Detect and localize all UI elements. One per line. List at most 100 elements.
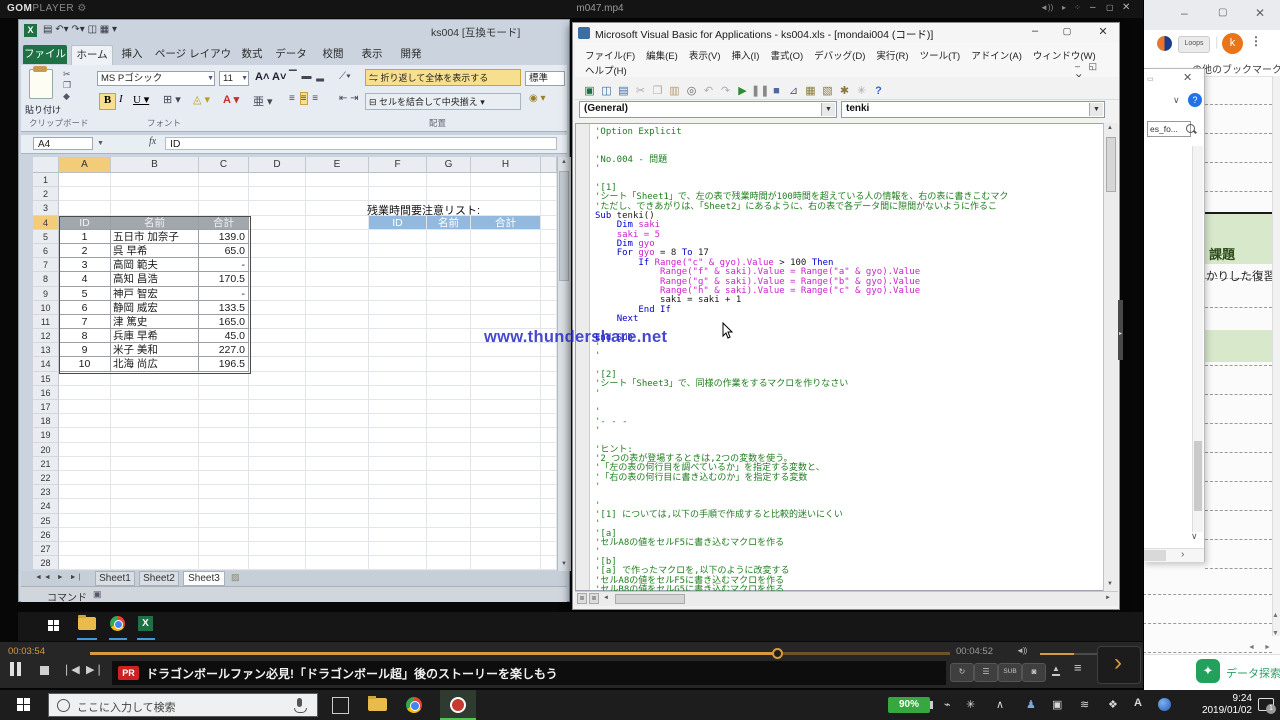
- row-header: 10: [33, 301, 59, 315]
- ad-badge: PR: [118, 666, 139, 680]
- scroll-right-icon[interactable]: ►: [1264, 644, 1271, 651]
- code-line: '「右の表の何行目に書き込むのか」を指定する変数: [595, 474, 1095, 483]
- gear-icon[interactable]: ⚙: [77, 3, 86, 14]
- minimize-icon[interactable]: –: [1181, 6, 1188, 20]
- minimize-icon[interactable]: –: [1090, 2, 1096, 13]
- panel-icon[interactable]: ⁘: [1074, 3, 1081, 12]
- chevron-down-icon: ▼: [97, 140, 104, 147]
- close-icon[interactable]: ✕: [1122, 2, 1130, 13]
- sheet-scrollbar[interactable]: [1272, 76, 1280, 636]
- sound-icon[interactable]: ◄)): [1040, 3, 1053, 12]
- bookmarks-label[interactable]: の他のブックマーク: [1192, 61, 1280, 76]
- seek-bar[interactable]: [90, 652, 950, 655]
- chevron-up-icon[interactable]: ∧: [996, 698, 1004, 711]
- chevron-down-icon[interactable]: ∨: [1173, 95, 1180, 106]
- mic-icon[interactable]: [297, 698, 302, 707]
- explore-icon[interactable]: ✦: [1196, 659, 1220, 683]
- maximize-icon[interactable]: ▢: [1106, 3, 1114, 12]
- excel-cell: [306, 457, 369, 471]
- gom-taskbar-button[interactable]: [440, 690, 476, 720]
- panel-open-button[interactable]: ›: [1097, 646, 1141, 684]
- search-input[interactable]: es_fo...: [1147, 121, 1191, 137]
- pause-icon-bar2[interactable]: [17, 662, 21, 676]
- scrollbar-thumb[interactable]: [1194, 441, 1202, 511]
- dropbox-icon[interactable]: ❖: [1108, 698, 1118, 711]
- people-icon[interactable]: ✳: [966, 698, 975, 711]
- align-center-active: ≡: [300, 92, 309, 105]
- camera-icon[interactable]: ▣: [1052, 698, 1062, 711]
- code-line: [595, 436, 1095, 445]
- scroll-down-icon[interactable]: ▼: [1272, 630, 1279, 637]
- name-box: A4: [33, 137, 93, 150]
- row-header: 7: [33, 258, 59, 272]
- chevron-down-icon[interactable]: ∨: [1191, 531, 1198, 542]
- stop-icon[interactable]: [40, 666, 49, 675]
- scroll-up-icon[interactable]: ▲: [1272, 612, 1279, 619]
- onedrive-icon[interactable]: ♟: [1026, 698, 1036, 711]
- excel-cell: [471, 471, 541, 485]
- wifi-icon[interactable]: ≋: [1080, 698, 1089, 711]
- rotate-icon[interactable]: ↻: [950, 663, 974, 682]
- help-icon[interactable]: ?: [1188, 93, 1202, 107]
- scroll-down-icon: ▼: [561, 561, 567, 567]
- watermark: www.thundershare.net: [484, 328, 667, 347]
- excel-cell: [199, 457, 249, 471]
- excel-cell: [369, 499, 427, 513]
- ad-banner[interactable]: PR ドラゴンボールファン必見!「ドラゴンボール超」後のストーリーを楽しもう: [112, 661, 946, 685]
- video-surface[interactable]: X ▤ ↶▾ ↷▾ ◫ ▦ ▾ ks004 [互換モード] ファイル ホーム 挿…: [0, 18, 1143, 641]
- explore-label[interactable]: データ探索: [1226, 665, 1280, 681]
- extension-pill-icon[interactable]: Loops: [1178, 36, 1210, 53]
- maximize-icon[interactable]: ▢: [1218, 7, 1227, 18]
- grid-row: 84高知 昌浩170.5: [33, 272, 557, 286]
- pin-icon[interactable]: ▸: [1062, 3, 1066, 12]
- menu-dots-icon[interactable]: ⋮: [1250, 34, 1262, 48]
- gom-icon: [450, 697, 466, 713]
- project-explorer-icon: ▦: [802, 84, 819, 97]
- excel-cell: [427, 301, 471, 315]
- clock[interactable]: 9:24 2019/01/02: [1180, 693, 1252, 717]
- start-button[interactable]: [0, 690, 48, 720]
- equalizer-icon[interactable]: ☰: [974, 663, 998, 682]
- panel-scrollbar[interactable]: [1192, 146, 1203, 532]
- extension-icon[interactable]: [1157, 36, 1172, 51]
- task-view-icon[interactable]: [332, 697, 349, 714]
- chevron-right-icon[interactable]: ›: [1181, 549, 1184, 560]
- hscroll-thumb[interactable]: [1144, 550, 1166, 561]
- capture-icon[interactable]: ◙: [1022, 663, 1046, 682]
- close-icon[interactable]: ✕: [1255, 6, 1265, 20]
- playlist-icon[interactable]: ≡: [1074, 660, 1082, 675]
- scroll-left-icon[interactable]: ◄: [1248, 644, 1255, 651]
- subtitle-button[interactable]: SUB: [998, 663, 1022, 682]
- row-header: 14: [33, 357, 59, 371]
- battery-indicator[interactable]: 90%: [888, 697, 930, 713]
- scroll-right-icon: ►: [1105, 595, 1111, 601]
- eject-icon[interactable]: ▲: [1052, 664, 1060, 676]
- ime-a-icon[interactable]: A: [1134, 697, 1142, 709]
- cortana-sphere-icon[interactable]: [1158, 698, 1171, 711]
- excel-cell: [306, 542, 369, 556]
- menu-tools: ツール(T): [920, 51, 961, 62]
- previous-icon[interactable]: ❘◀: [62, 663, 80, 676]
- next-icon[interactable]: ▶❘: [86, 663, 104, 676]
- panel-close-icon[interactable]: ✕: [1183, 71, 1192, 84]
- excel-cell: 4: [59, 272, 111, 286]
- active-underline: [77, 638, 97, 640]
- excel-cell: [541, 542, 557, 556]
- excel-cell: 5: [59, 287, 111, 301]
- grid-row: 1: [33, 173, 557, 187]
- excel-cell: [369, 230, 427, 244]
- phonetic-icon: 亜 ▾: [253, 93, 273, 109]
- gom-titlebar[interactable]: GOMPLAYER ⚙ m047.mp4 ◄)) ▸ ⁘ – ▢ ✕: [0, 0, 1143, 18]
- excel-cell: [59, 457, 111, 471]
- seek-handle[interactable]: [772, 648, 783, 659]
- avatar[interactable]: k: [1222, 33, 1243, 54]
- volume-icon[interactable]: ◄)): [1016, 646, 1026, 655]
- paste-icon: ▥: [666, 84, 683, 97]
- excel-cell: [306, 173, 369, 187]
- excel-cell: [249, 457, 306, 471]
- explorer-icon[interactable]: [368, 698, 387, 711]
- pause-icon[interactable]: [10, 662, 14, 676]
- excel-cell: [199, 201, 249, 215]
- panel-restore-icon[interactable]: ▭: [1147, 75, 1154, 83]
- taskbar-search[interactable]: ここに入力して検索: [48, 693, 318, 717]
